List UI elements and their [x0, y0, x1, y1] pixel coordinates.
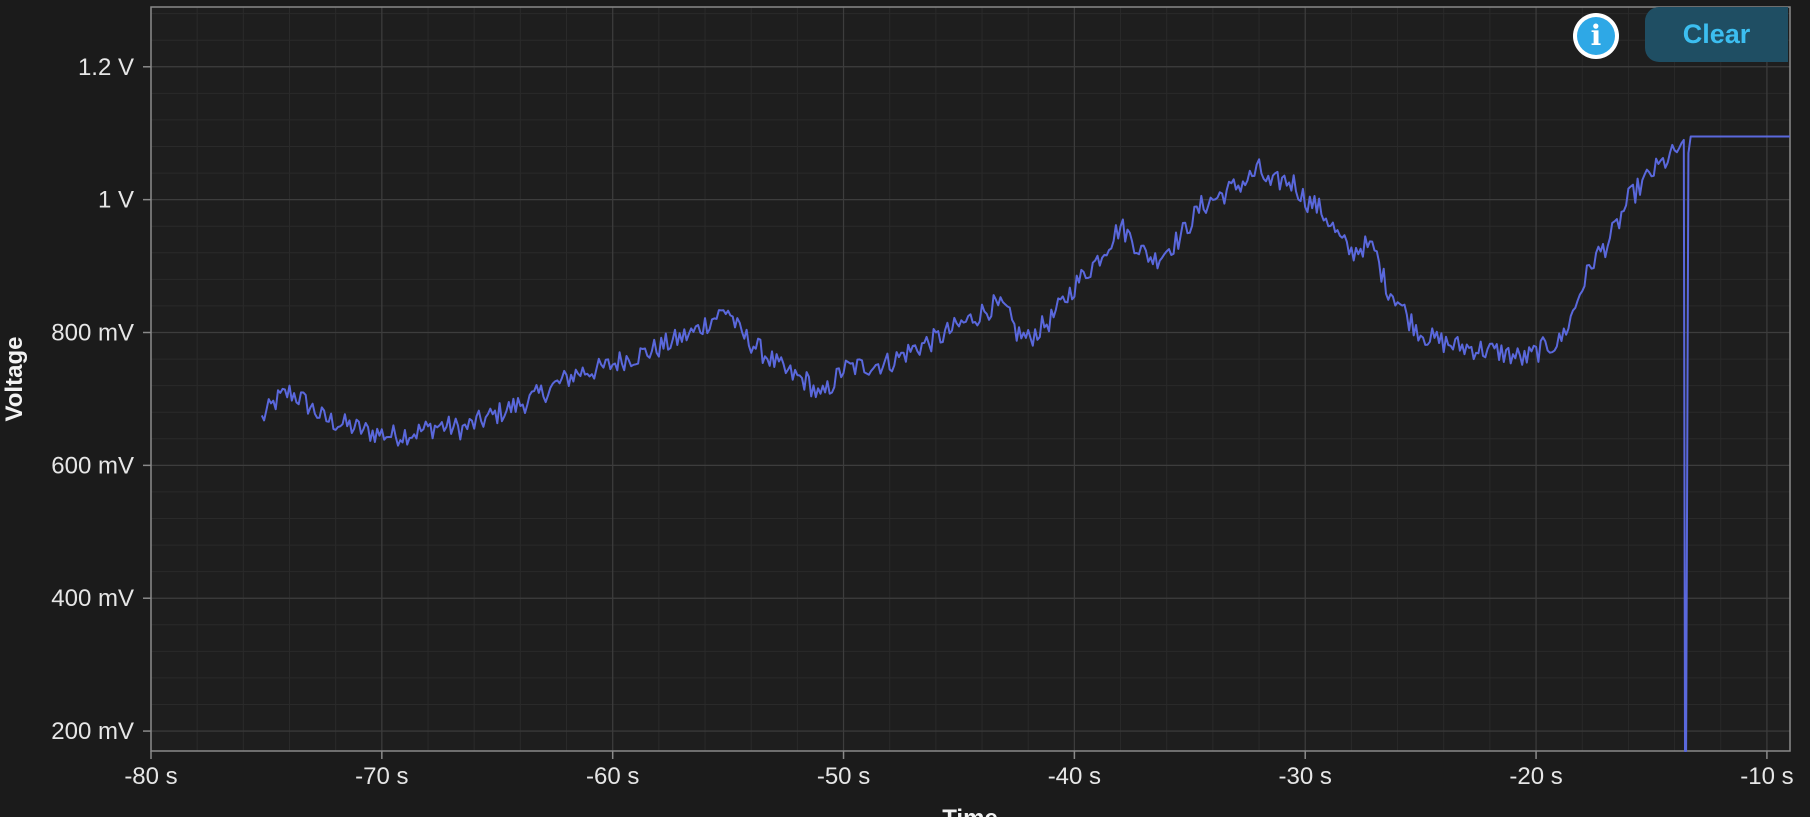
y-axis-title: Voltage	[1, 337, 28, 422]
y-tick-label: 200 mV	[51, 718, 134, 745]
chart-container: -80 s -70 s -60 s -50 s -40 s -30 s -20 s -10 s…	[0, 0, 1810, 817]
info-button[interactable]: i	[1573, 13, 1619, 59]
x-tick-label: -30 s	[1279, 763, 1332, 790]
y-tick-label: 1.2 V	[78, 54, 134, 81]
clear-button[interactable]: Clear	[1645, 7, 1788, 62]
y-tick-label: 600 mV	[51, 452, 134, 479]
x-tick-label: -70 s	[355, 763, 408, 790]
y-tick-label: 1 V	[98, 187, 134, 214]
y-axis-ticks: 200 mV 400 mV 600 mV 800 mV 1 V 1.2 V	[51, 54, 151, 745]
x-axis-title: Time	[942, 805, 998, 817]
x-axis-ticks: -80 s -70 s -60 s -50 s -40 s -30 s -20 s -10 s	[124, 751, 1794, 790]
info-icon: i	[1577, 17, 1615, 55]
x-tick-label: -40 s	[1048, 763, 1101, 790]
x-tick-label: -10 s	[1740, 763, 1793, 790]
x-tick-label: -80 s	[124, 763, 177, 790]
x-tick-label: -60 s	[586, 763, 639, 790]
x-tick-label: -20 s	[1509, 763, 1562, 790]
y-tick-label: 400 mV	[51, 585, 134, 612]
x-tick-label: -50 s	[817, 763, 870, 790]
y-tick-label: 800 mV	[51, 320, 134, 347]
plot-area[interactable]	[151, 7, 1790, 751]
voltage-time-chart: -80 s -70 s -60 s -50 s -40 s -30 s -20 s -10 s…	[1, 6, 1794, 817]
